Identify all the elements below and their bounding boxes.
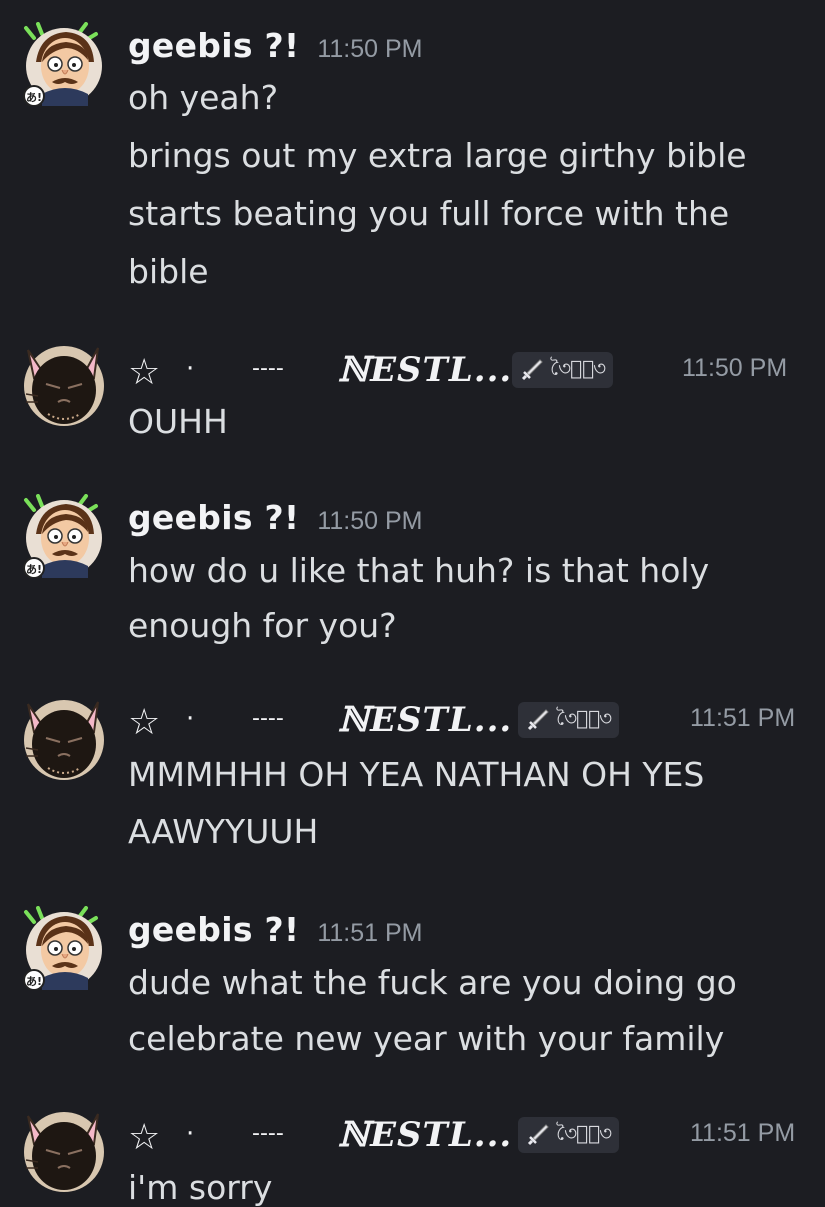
star-icon: ☆	[128, 352, 161, 393]
user-avatar[interactable]: あ!	[22, 906, 102, 990]
username[interactable]: ℕESTL...	[338, 1115, 512, 1155]
message-text: how do u like that huh? is that holy	[128, 551, 710, 590]
message-text: starts beating you full force with the	[128, 194, 730, 233]
tag-ornament: ৩ৈ⟡ৈ৩	[550, 355, 606, 380]
username[interactable]: geebis ?!	[128, 26, 299, 65]
message-text: OUHH	[128, 402, 228, 441]
user-avatar[interactable]	[22, 344, 104, 426]
cartoon-man-avatar-icon: あ!	[23, 22, 102, 106]
username[interactable]: geebis ?!	[128, 498, 299, 537]
sword-icon	[521, 359, 543, 381]
username[interactable]: ℕESTL...	[338, 350, 512, 390]
timestamp: 11:51 PM	[690, 704, 796, 732]
timestamp: 11:51 PM	[317, 919, 423, 947]
message-text: bible	[128, 252, 209, 291]
message-header: geebis ?! 11:50 PM	[128, 26, 423, 65]
user-avatar[interactable]: あ!	[22, 494, 102, 578]
separator-dash: ----	[252, 356, 284, 381]
message-text: enough for you?	[128, 606, 397, 645]
message-header: geebis ?! 11:50 PM	[128, 498, 423, 537]
user-avatar[interactable]: あ!	[22, 22, 102, 106]
svg-text:あ!: あ!	[26, 563, 42, 576]
timestamp: 11:51 PM	[690, 1119, 796, 1147]
message-text: MMMHHH OH YEA NATHAN OH YES	[128, 755, 705, 794]
sword-icon	[527, 1124, 549, 1146]
message-header: ☆ · ---- ℕESTL... ৩ৈ⟡ৈ৩ 11:51 PM	[128, 700, 818, 752]
message-header: ☆ · ---- ℕESTL... ৩ৈ⟡ৈ৩ 11:51 PM	[128, 1115, 818, 1167]
user-avatar[interactable]	[22, 1110, 104, 1192]
message-text: dude what the fuck are you doing go	[128, 963, 737, 1002]
cat-avatar-icon	[24, 700, 104, 780]
clan-tag[interactable]: ৩ৈ⟡ৈ৩	[518, 702, 620, 738]
clan-tag[interactable]: ৩ৈ⟡ৈ৩	[518, 1117, 620, 1153]
timestamp: 11:50 PM	[317, 35, 423, 63]
message-text: oh yeah?	[128, 78, 279, 117]
separator-dot: ·	[186, 704, 195, 734]
star-icon: ☆	[128, 1117, 161, 1158]
timestamp: 11:50 PM	[317, 507, 423, 535]
username[interactable]: ℕESTL...	[338, 700, 512, 740]
clan-tag[interactable]: ৩ৈ⟡ৈ৩	[512, 352, 614, 388]
separator-dot: ·	[186, 354, 195, 384]
separator-dash: ----	[252, 706, 284, 731]
message-text: celebrate new year with your family	[128, 1019, 725, 1058]
cat-avatar-icon	[24, 1112, 104, 1192]
separator-dash: ----	[252, 1121, 284, 1146]
svg-text:あ!: あ!	[26, 91, 42, 104]
message-header: geebis ?! 11:51 PM	[128, 910, 423, 949]
username[interactable]: geebis ?!	[128, 910, 299, 949]
svg-text:あ!: あ!	[26, 975, 42, 988]
tag-ornament: ৩ৈ⟡ৈ৩	[556, 705, 612, 730]
timestamp: 11:50 PM	[682, 354, 788, 382]
cartoon-man-avatar-icon: あ!	[23, 494, 102, 578]
message-text: brings out my extra large girthy bible	[128, 136, 747, 175]
star-icon: ☆	[128, 702, 161, 743]
sword-icon	[527, 709, 549, 731]
message-header: ☆ · ---- ℕESTL... ৩ৈ⟡ৈ৩ 11:50 PM	[128, 350, 818, 402]
user-avatar[interactable]	[22, 698, 104, 780]
separator-dot: ·	[186, 1119, 195, 1149]
cartoon-man-avatar-icon: あ!	[23, 906, 102, 990]
message-text: AAWYYUUH	[128, 812, 319, 851]
tag-ornament: ৩ৈ⟡ৈ৩	[556, 1120, 612, 1145]
message-text: i'm sorry	[128, 1168, 273, 1207]
cat-avatar-icon	[24, 346, 104, 426]
